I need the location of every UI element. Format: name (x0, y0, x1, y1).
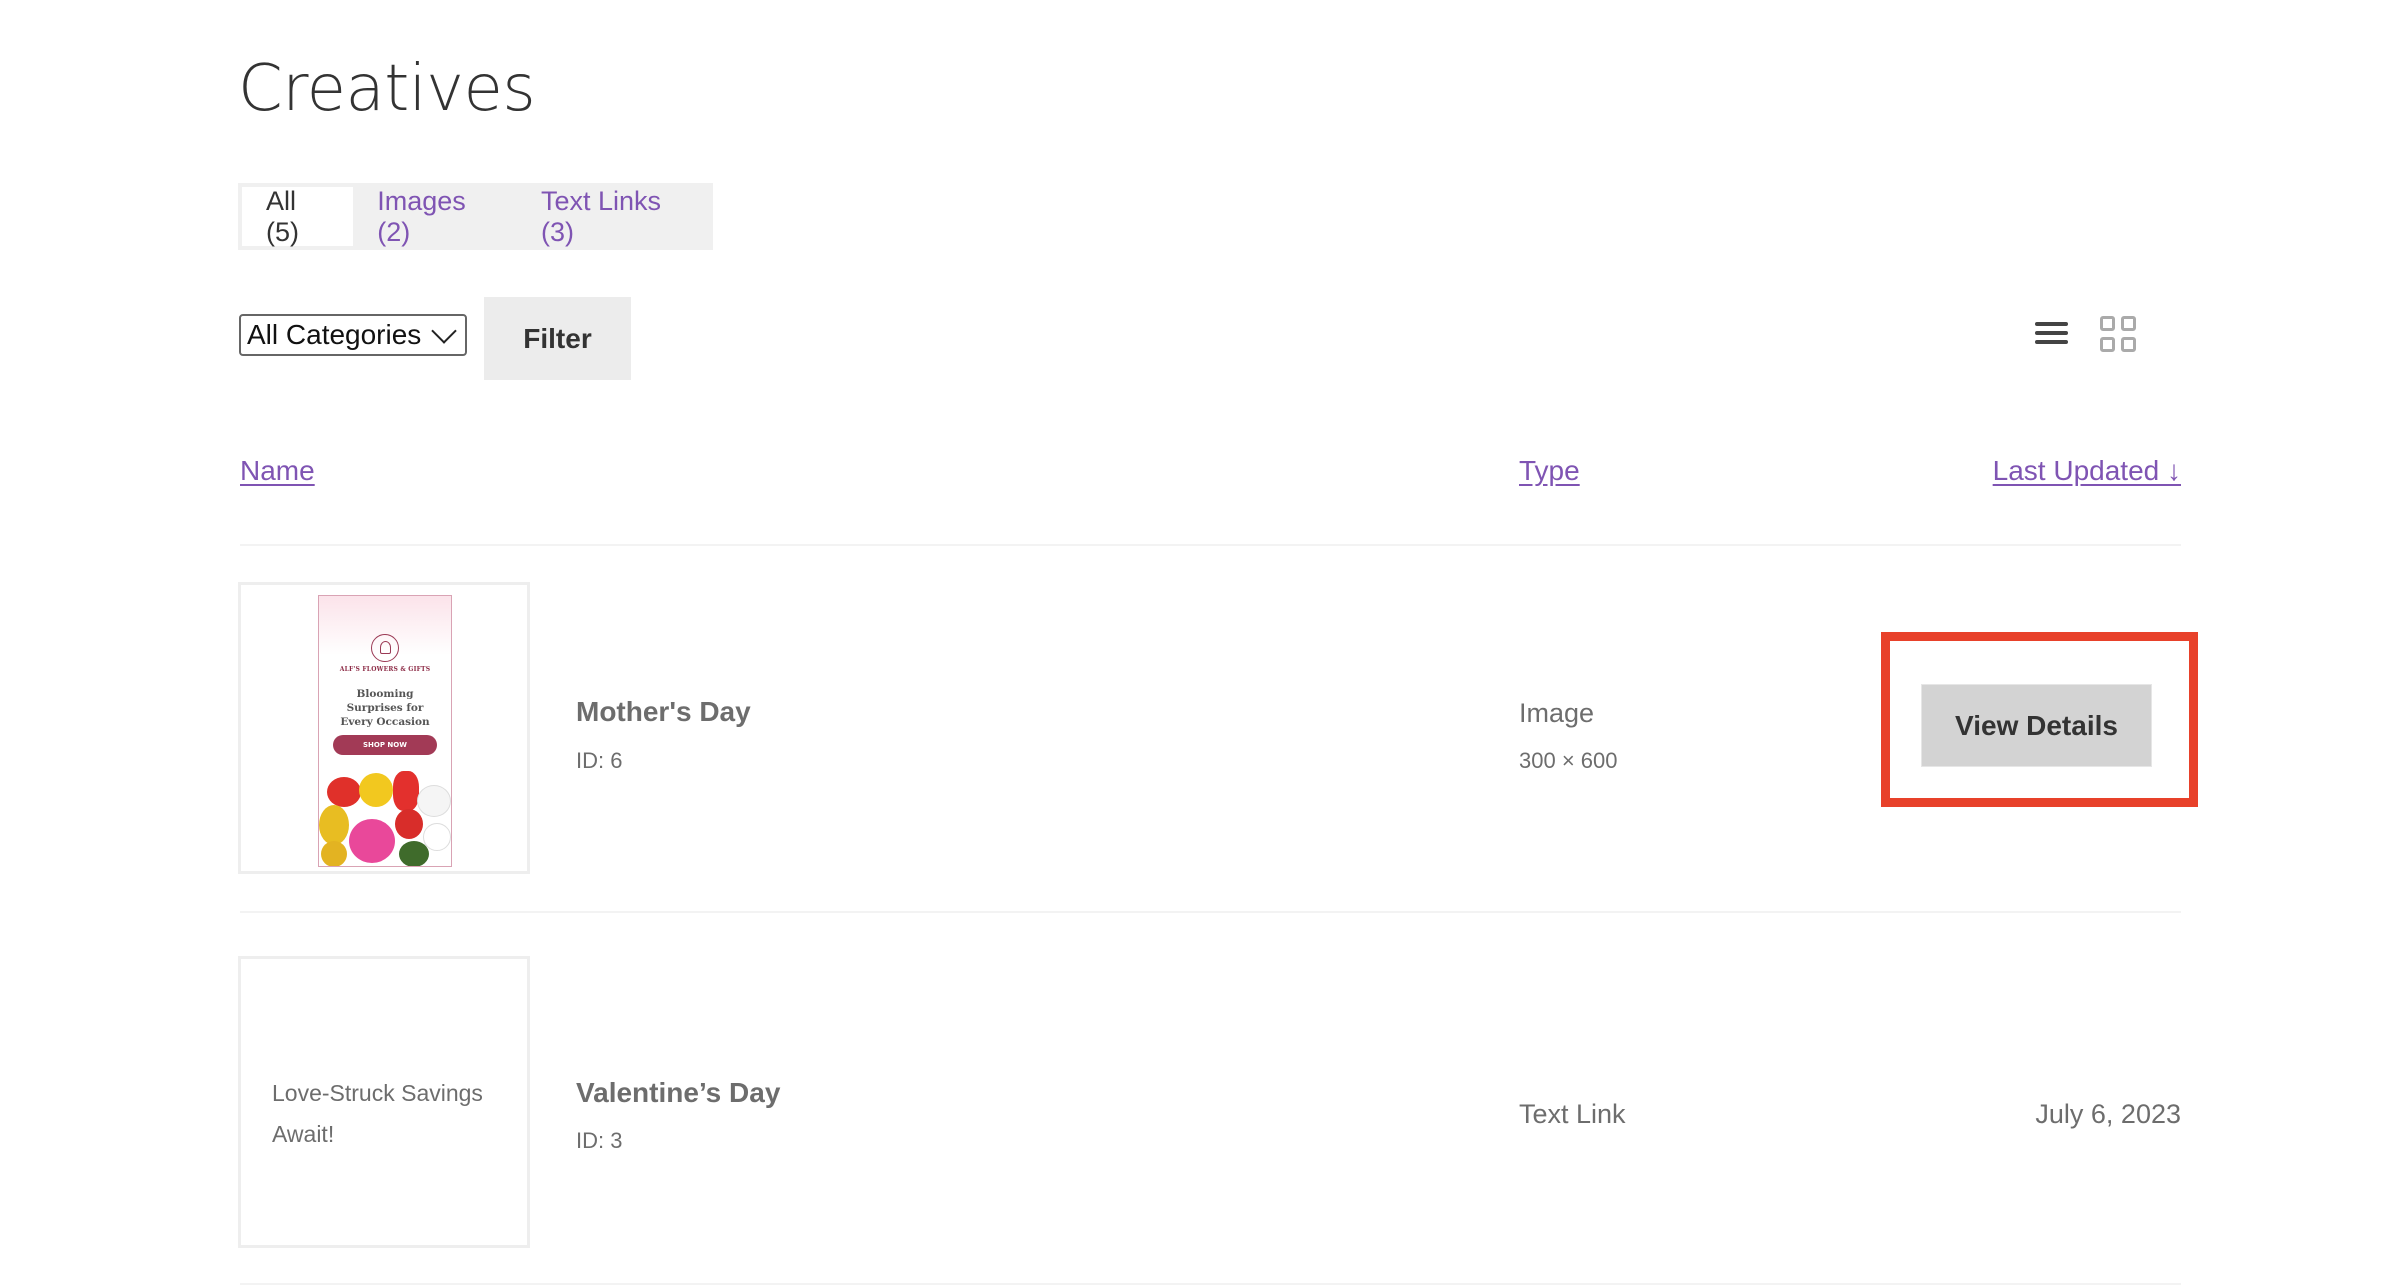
banner-headline: Blooming Surprises for Every Occasion (319, 687, 451, 729)
highlight-box (1881, 632, 2198, 807)
banner-brand: ALF'S FLOWERS & GIFTS (339, 666, 431, 673)
creative-last-updated: July 6, 2023 (2035, 1099, 2181, 1129)
flowers-illustration (319, 771, 451, 866)
text-link-preview: Love-Struck Savings Await! (272, 1080, 483, 1147)
creative-name: Valentine’s Day (576, 1077, 781, 1108)
category-select[interactable]: All Categories (239, 314, 467, 356)
creative-type-tabs: All (5) Images (2) Text Links (3) (238, 183, 713, 250)
header-divider (240, 544, 2181, 546)
creative-type: Text Link (1519, 1099, 1626, 1129)
category-select-value: All Categories (247, 319, 422, 350)
creative-id: ID: 3 (576, 1128, 623, 1153)
creative-dimensions: 300 × 600 (1519, 748, 1618, 773)
column-header-last-updated[interactable]: Last Updated ↓ (1993, 455, 2181, 487)
banner-headline-line: Blooming (356, 688, 414, 700)
row-divider (240, 1283, 2181, 1285)
creative-name: Mother's Day (576, 696, 751, 727)
banner-shop-now-button: SHOP NOW (333, 735, 437, 755)
column-header-type[interactable]: Type (1519, 455, 1580, 487)
flower-logo-icon (371, 634, 399, 662)
list-view-icon[interactable] (2035, 322, 2068, 344)
tab-images[interactable]: Images (2) (353, 186, 517, 247)
chevron-down-icon (431, 318, 457, 344)
banner-headline-line: Every Occasion (340, 716, 430, 728)
page-title: Creatives (238, 52, 536, 126)
creative-type: Image (1519, 698, 1595, 728)
tab-all[interactable]: All (5) (242, 186, 354, 247)
filter-button[interactable]: Filter (484, 297, 631, 380)
banner-headline-line: Surprises for (346, 702, 424, 714)
grid-view-icon[interactable] (2100, 316, 2136, 352)
column-header-name[interactable]: Name (240, 455, 315, 487)
row-divider (240, 911, 2181, 913)
creative-id: ID: 6 (576, 748, 623, 773)
banner-preview-image: ALF'S FLOWERS & GIFTS Blooming Surprises… (318, 595, 452, 867)
tab-text-links[interactable]: Text Links (3) (517, 186, 709, 247)
